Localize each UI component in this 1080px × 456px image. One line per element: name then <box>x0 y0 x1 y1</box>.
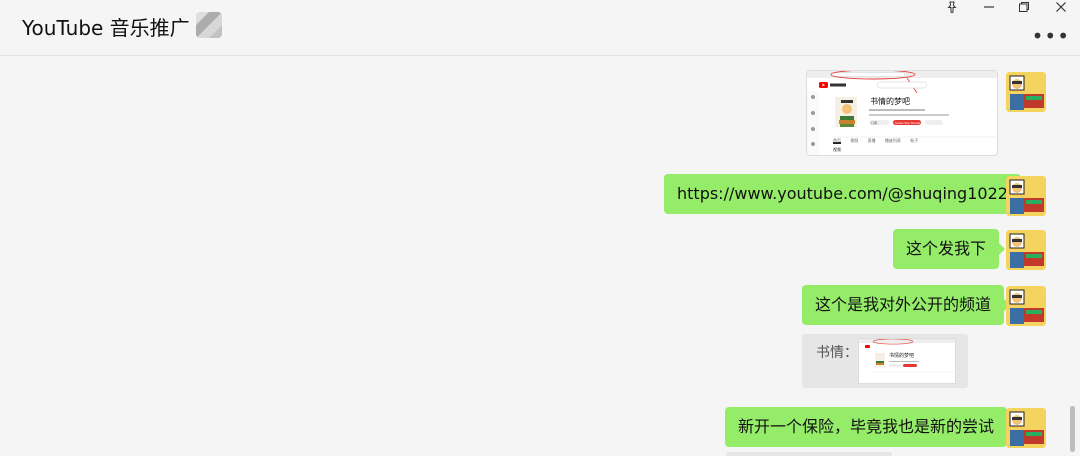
preview-subscribe: 订阅 <box>871 121 878 125</box>
message-bubble[interactable]: 这个发我下 <box>893 229 1006 269</box>
chat-scrollbar[interactable] <box>1070 406 1075 452</box>
avatar[interactable] <box>1006 408 1046 448</box>
preview-tab: 首页 <box>833 138 841 143</box>
preview-tab: 帖子 <box>910 138 919 143</box>
preview-join: Subscribe Studio <box>895 121 921 125</box>
quoted-message[interactable]: 书情： 书情的梦吧 <box>802 334 968 388</box>
title-bar: YouTube 音乐推广 ••• <box>0 0 1080 56</box>
blurred-badge <box>196 12 222 38</box>
message-bubble[interactable]: 新开一个保险，毕竟我也是新的尝试 <box>725 407 1014 447</box>
preview-tab: 播放列表 <box>884 138 901 143</box>
message-bubble[interactable]: https://www.youtube.com/@shuqing1022 <box>664 174 1027 214</box>
minimize-icon[interactable] <box>978 0 1000 14</box>
close-icon[interactable] <box>1050 0 1072 14</box>
maximize-icon[interactable] <box>1013 0 1035 14</box>
preview-channel-name: 书情的梦吧 <box>870 97 910 106</box>
message-bubble[interactable]: 这个是我对外公开的频道 <box>802 285 1011 325</box>
preview-tabs: 首页 视频 直播 播放列表 帖子 <box>833 138 918 144</box>
quoted-image: 书情的梦吧 <box>858 338 956 384</box>
preview-tab: 视频 <box>850 138 859 143</box>
quoted-screenshot <box>859 339 955 373</box>
avatar[interactable] <box>1006 286 1046 326</box>
chat-title: YouTube 音乐推广 <box>22 16 190 40</box>
image-message-youtube-channel[interactable]: 书情的梦吧 首页 视频 直播 播放列表 帖子 视频 订阅 Subscribe S… <box>806 70 998 156</box>
preview-section: 视频 <box>833 147 841 152</box>
quoted-channel-name: 书情的梦吧 <box>889 353 915 359</box>
avatar[interactable] <box>1006 230 1046 270</box>
pin-icon[interactable] <box>941 0 963 14</box>
avatar[interactable] <box>1006 72 1046 112</box>
more-icon[interactable]: ••• <box>1032 24 1070 48</box>
quote-sender: 书情： <box>816 345 858 361</box>
partial-message <box>726 452 892 456</box>
preview-tab: 直播 <box>867 138 876 143</box>
avatar[interactable] <box>1006 176 1046 216</box>
